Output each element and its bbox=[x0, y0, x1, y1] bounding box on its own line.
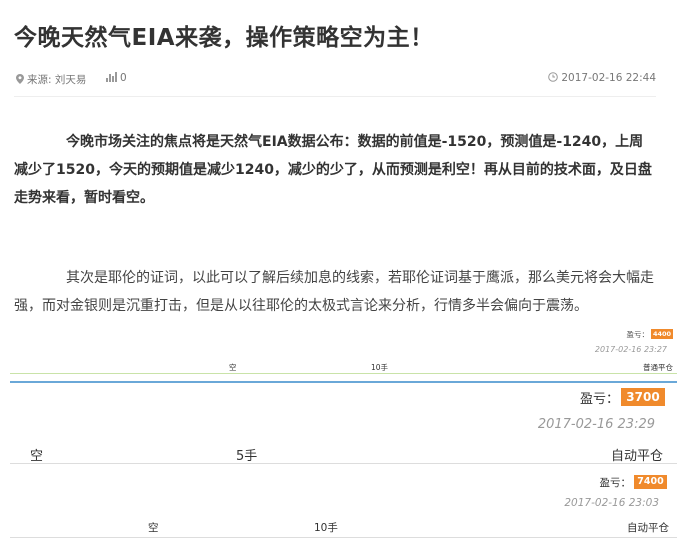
article-source: 来源: 刘天易 bbox=[16, 72, 86, 87]
trade-record: 盈亏： 4400 2017-02-16 23:27 空 10手 普通平仓 bbox=[0, 326, 687, 383]
trade-close-type: 自动平仓 bbox=[610, 449, 663, 464]
article-title: 今晚天然气EIA来袭，操作策略空为主！ bbox=[14, 25, 434, 51]
trade-quantity: 5手 bbox=[236, 449, 258, 464]
record-divider bbox=[10, 537, 677, 538]
profit-label: 盈亏： bbox=[626, 330, 650, 339]
profit-label: 盈亏： bbox=[579, 392, 619, 407]
profit-badge: 3700 bbox=[621, 388, 665, 406]
trade-direction: 空 bbox=[148, 522, 159, 534]
trade-time: 2017-02-16 23:29 bbox=[537, 417, 655, 432]
record-divider-blue bbox=[10, 381, 677, 383]
trade-close-type: 自动平仓 bbox=[627, 522, 669, 534]
profit-badge: 4400 bbox=[651, 329, 673, 339]
trade-quantity: 10手 bbox=[371, 363, 389, 372]
article-date: 2017-02-16 22:44 bbox=[548, 72, 656, 84]
trade-direction: 空 bbox=[30, 449, 44, 464]
date-text: 2017-02-16 22:44 bbox=[561, 72, 656, 84]
views-count: 0 bbox=[120, 72, 127, 84]
article-views: 0 bbox=[106, 72, 127, 84]
location-pin-icon bbox=[16, 74, 24, 84]
trade-record: 盈亏： 7400 2017-02-16 23:03 空 10手 自动平仓 bbox=[0, 473, 687, 543]
trade-time: 2017-02-16 23:27 bbox=[594, 345, 667, 354]
meta-divider bbox=[14, 96, 656, 97]
trade-record: 盈亏： 3700 2017-02-16 23:29 空 5手 自动平仓 bbox=[0, 384, 687, 468]
article-paragraph-2: 其次是耶伦的证词，以此可以了解后续加息的线索，若耶伦证词基于鹰派，那么美元将会大… bbox=[14, 270, 654, 314]
profit-label: 盈亏： bbox=[599, 477, 632, 489]
record-divider bbox=[10, 463, 677, 464]
trade-time: 2017-02-16 23:03 bbox=[564, 497, 659, 509]
article-paragraph-1: 今晚市场关注的焦点将是天然气EIA数据公布：数据的前值是-1520，预测值是-1… bbox=[14, 134, 652, 206]
trade-close-type: 普通平仓 bbox=[643, 363, 673, 372]
bar-chart-icon bbox=[106, 72, 117, 82]
article-meta: 来源: 刘天易 0 2017-02-16 22:44 bbox=[16, 72, 656, 86]
record-divider bbox=[10, 373, 677, 374]
profit-badge: 7400 bbox=[634, 475, 667, 489]
trade-direction: 空 bbox=[229, 363, 237, 372]
clock-icon bbox=[548, 72, 559, 82]
trade-quantity: 10手 bbox=[314, 522, 338, 534]
source-text: 来源: 刘天易 bbox=[27, 74, 87, 86]
